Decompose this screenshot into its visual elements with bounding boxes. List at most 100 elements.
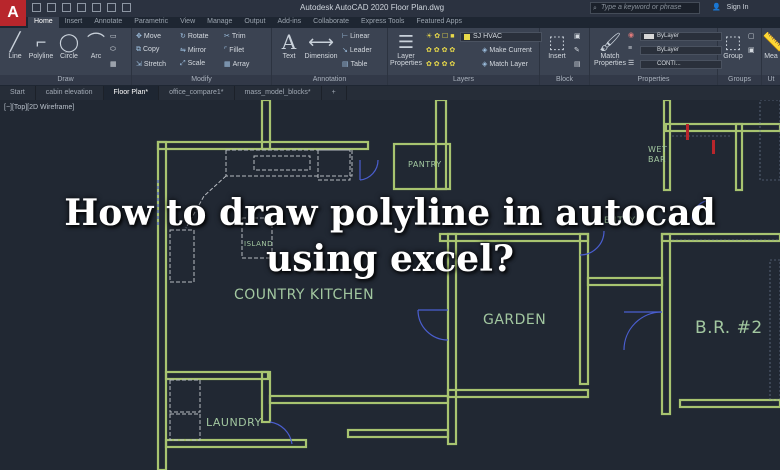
open-icon[interactable] [47,3,56,12]
scale-label: Scale [187,60,206,67]
redo-icon[interactable] [122,3,131,12]
group-edit-icon[interactable]: ▣ [748,46,755,54]
block-panel: ⬚ Insert ▣ ✎ ▤ Block [540,28,590,85]
color-dropdown[interactable]: ByLayer [640,32,722,41]
tab-parametric[interactable]: Parametric [128,17,174,28]
linetype-dropdown[interactable]: CONTI... [640,60,722,69]
match-properties-button[interactable]: 🖌 Match Properties [592,31,628,67]
save-icon[interactable] [62,3,71,12]
layer-properties-label: Layer Properties [390,53,422,67]
draw-extra-icon-1[interactable]: ▭ [110,32,117,40]
layer-properties-button[interactable]: ☰ Layer Properties [390,31,422,67]
layers-panel-label[interactable]: Layers [388,75,539,85]
layer-tools-row-2[interactable]: ✿ ✿ ✿ ✿ [426,46,455,54]
tab-output[interactable]: Output [238,17,271,28]
lineweight-icon[interactable]: ≡ [628,45,632,52]
drawing-viewport[interactable]: [−][Top][2D Wireframe] PANTRY WET BAR IS… [0,100,780,470]
dimension-tool-button[interactable]: ⟷ Dimension [304,31,338,60]
array-button[interactable]: ▦ Array [224,60,249,68]
text-tool-button[interactable]: A Text [276,31,302,60]
tab-add-ins[interactable]: Add-ins [271,17,307,28]
layer-dropdown[interactable]: SJ HVAC [460,32,542,42]
layer-tools-row-3[interactable]: ✿ ✿ ✿ ✿ [426,60,455,68]
insert-block-button[interactable]: ⬚ Insert [544,31,570,60]
tab-annotate[interactable]: Annotate [88,17,128,28]
ungroup-icon[interactable]: ▢ [748,32,755,40]
tab-collaborate[interactable]: Collaborate [307,17,355,28]
doc-tab-cabin-elevation[interactable]: cabin elevation [36,86,104,100]
group-button[interactable]: ⬚ Group [720,31,746,60]
scale-button[interactable]: ⤢ Scale [180,60,205,68]
fillet-icon: ⌜ [224,47,228,54]
sign-in-area[interactable]: 👤 Sign In [712,3,748,11]
tab-express-tools[interactable]: Express Tools [355,17,410,28]
marker-1 [686,124,689,140]
utilities-panel-label[interactable]: Ut [762,75,780,85]
linetype-icon[interactable]: ☰ [628,59,634,67]
save-as-icon[interactable] [77,3,86,12]
arc-tool-button[interactable]: ⌒ Arc [83,31,109,60]
line-label: Line [8,53,22,60]
copy-button[interactable]: ⧉ Copy [136,46,159,54]
room-label-garden: GARDEN [483,312,547,328]
circle-label: Circle [60,53,78,60]
undo-icon[interactable] [107,3,116,12]
leader-label: Leader [349,47,372,54]
measure-button[interactable]: 📏 Mea [762,31,780,60]
stretch-button[interactable]: ⇲ Stretch [136,60,166,68]
layer-state-icons[interactable]: ☀ ✿ ☐ ■ [426,32,454,40]
match-layer-label: Match Layer [489,61,528,68]
tab-home[interactable]: Home [28,17,59,28]
doc-tab-start[interactable]: Start [0,86,36,100]
polyline-label: Polyline [28,53,54,60]
match-layer-button[interactable]: ◈ Match Layer [482,60,528,68]
doc-tab-floor-plan[interactable]: Floor Plan* [103,86,160,100]
search-input[interactable]: ⌕ Type a keyword or phrase [590,2,700,14]
tab-featured-apps[interactable]: Featured Apps [410,17,468,28]
make-current-button[interactable]: ◈ Make Current [482,46,532,54]
new-tab-button[interactable]: + [322,86,347,100]
tab-view[interactable]: View [174,17,201,28]
table-button[interactable]: ▤ Table [342,60,367,68]
color-wheel-icon[interactable]: ◉ [628,31,634,39]
groups-panel-label[interactable]: Groups [718,75,761,85]
leader-button[interactable]: ↘ Leader [342,46,372,54]
linear-button[interactable]: ⊢ Linear [342,32,370,40]
properties-panel-label[interactable]: Properties [590,75,717,85]
block-attribute-icon[interactable]: ▤ [574,60,581,68]
modify-panel-label[interactable]: Modify [132,75,271,85]
door-garden [417,309,449,341]
fillet-button[interactable]: ⌜ Fillet [224,46,244,54]
create-block-icon[interactable]: ▣ [574,32,581,40]
tab-insert[interactable]: Insert [59,17,89,28]
polyline-tool-button[interactable]: ⌐ Polyline [28,31,54,60]
block-panel-label[interactable]: Block [540,75,589,85]
rotate-label: Rotate [187,33,209,40]
doc-tab-office-compare[interactable]: office_compare1* [159,86,235,100]
dimension-label: Dimension [304,53,338,60]
sign-in-label: Sign In [726,4,749,11]
fillet-label: Fillet [229,47,245,54]
doc-tab-mass-model-blocks[interactable]: mass_model_blocks* [235,86,322,100]
draw-extra-icon-3[interactable]: ▦ [110,60,117,68]
arc-icon: ⌒ [87,32,105,52]
draw-extra-icon-2[interactable]: ⬭ [110,46,116,54]
annotation-panel-label[interactable]: Annotation [272,75,387,85]
tab-manage[interactable]: Manage [201,17,238,28]
circle-tool-button[interactable]: ◯ Circle [56,31,82,60]
edit-block-icon[interactable]: ✎ [574,46,580,54]
properties-panel: 🖌 Match Properties ◉ ByLayer ≡ ByLayer ☰… [590,28,722,85]
color-value: ByLayer [657,33,680,39]
viewport-controls-label[interactable]: [−][Top][2D Wireframe] [4,104,74,111]
mirror-button[interactable]: ⇋ Mirror [180,46,206,54]
headline-line-2: using excel? [266,238,514,280]
rotate-button[interactable]: ↻ Rotate [180,32,209,40]
line-tool-button[interactable]: ╱ Line [2,31,28,60]
draw-panel-label[interactable]: Draw [0,75,131,85]
new-icon[interactable] [32,3,41,12]
plot-icon[interactable] [92,3,101,12]
autocad-logo-icon[interactable]: A [0,0,26,26]
move-button[interactable]: ✥ Move [136,32,161,40]
lineweight-dropdown[interactable]: ByLayer [640,46,722,55]
trim-button[interactable]: ✂ Trim [224,32,246,40]
